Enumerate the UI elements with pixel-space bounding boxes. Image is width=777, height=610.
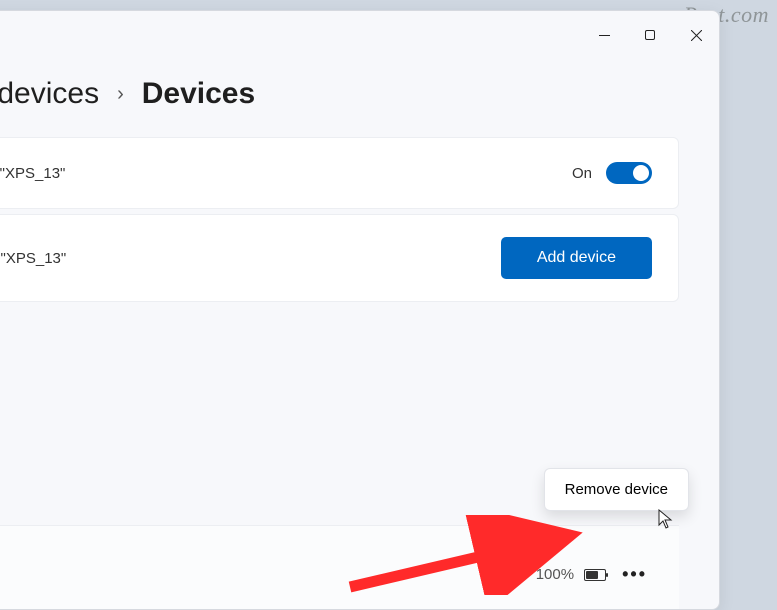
breadcrumb: & devices › Devices bbox=[0, 59, 719, 137]
maximize-button[interactable] bbox=[627, 19, 673, 51]
settings-window: & devices › Devices s "XPS_13" On h "XPS… bbox=[0, 10, 720, 610]
toggle-label: On bbox=[572, 165, 592, 182]
bluetooth-toggle[interactable] bbox=[606, 162, 652, 184]
breadcrumb-parent[interactable]: & devices bbox=[0, 77, 99, 111]
bluetooth-toggle-group: On bbox=[572, 162, 652, 184]
device-status: 100% ••• bbox=[536, 560, 653, 589]
minimize-button[interactable] bbox=[581, 19, 627, 51]
discoverable-card: s "XPS_13" On bbox=[0, 137, 679, 209]
add-device-button[interactable]: Add device bbox=[501, 237, 652, 279]
battery-percent: 100% bbox=[536, 566, 574, 583]
titlebar bbox=[0, 11, 719, 59]
close-button[interactable] bbox=[673, 19, 719, 51]
add-device-card: h "XPS_13" Add device bbox=[0, 214, 679, 302]
chevron-right-icon: › bbox=[117, 83, 124, 106]
battery-icon bbox=[584, 569, 606, 581]
more-options-button[interactable]: ••• bbox=[616, 560, 653, 589]
add-device-text: h "XPS_13" bbox=[0, 250, 66, 267]
discoverable-text: s "XPS_13" bbox=[0, 165, 65, 182]
remove-device-menu-item[interactable]: Remove device bbox=[544, 468, 689, 511]
breadcrumb-current: Devices bbox=[142, 77, 255, 111]
device-row: e (2) 100% ••• bbox=[0, 525, 679, 609]
